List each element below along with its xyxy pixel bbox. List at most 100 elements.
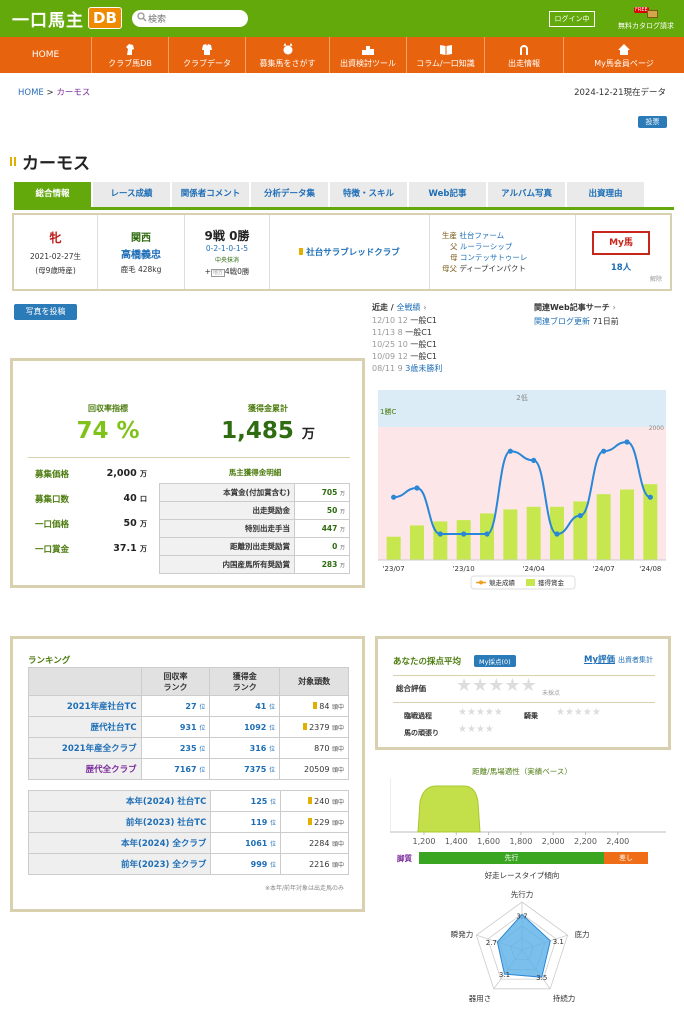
sire-key: 父 xyxy=(450,242,458,251)
ranking-year-category-link[interactable]: 本年(2024) 全クラブ xyxy=(27,832,212,854)
record-detail[interactable]: 0-2-1-0-1-5 xyxy=(206,244,248,253)
axis-label-right: 2000 xyxy=(649,425,664,432)
investor-total-link[interactable]: 出資者集計 xyxy=(618,655,653,665)
nav-column[interactable]: コラム/一口知識 xyxy=(407,37,485,73)
earnings-number: 1,485 xyxy=(221,418,294,444)
ranking-category-link[interactable]: 歴代全クラブ xyxy=(28,758,142,780)
head-count: 20509 頭中 xyxy=(279,758,349,780)
related-articles: 関連Web記事サーチ › 関連ブログ更新 71日前 xyxy=(534,302,674,327)
head-unit: 頭中 xyxy=(331,724,344,732)
tab-reasons[interactable]: 出資理由 xyxy=(567,182,644,207)
ranking-category-link[interactable]: 2021年産社台TC xyxy=(28,695,142,717)
roi-rank: 999 位 xyxy=(210,853,282,875)
breakdown-row: 距離別出走奨励賞 0 万 xyxy=(159,537,350,556)
earnings-bar xyxy=(433,521,448,560)
recent-race-row[interactable]: 08/11 9 3歳未勝利 xyxy=(372,363,522,375)
tab-analysis[interactable]: 分析データ集 xyxy=(251,182,328,207)
catalog-label: 無料カタログ請求 xyxy=(618,22,674,30)
nav-home[interactable]: HOME xyxy=(0,37,92,73)
damsire-key: 母父 xyxy=(442,264,457,273)
all-results-link[interactable]: 全戦績 xyxy=(397,303,421,312)
rank-unit: 位 xyxy=(269,745,276,753)
recent-race-row[interactable]: 12/10 12 一般C1 xyxy=(372,315,522,327)
my-eval-link[interactable]: My評価 xyxy=(584,653,615,665)
trainer-link[interactable]: 高橋義忠 xyxy=(121,246,161,261)
finish-position-point xyxy=(461,531,467,537)
tab-web-articles[interactable]: Web記事 xyxy=(409,182,486,207)
sire-link[interactable]: ルーラーシップ xyxy=(460,242,512,251)
radar-axis-label: 持続力 xyxy=(553,993,576,1003)
breakdown-number: 0 xyxy=(332,542,338,551)
tab-overview[interactable]: 総合情報 xyxy=(14,182,91,207)
col-head-count: 対象頭数 xyxy=(279,667,349,696)
login-button[interactable]: ログイン中 xyxy=(549,11,595,27)
race-date: 10/09 xyxy=(372,352,396,361)
tab-race-results[interactable]: レース成績 xyxy=(93,182,170,207)
site-logo[interactable]: 一口馬主 DB xyxy=(12,6,122,31)
nav-search-horses[interactable]: 募集馬をさがす xyxy=(246,37,330,73)
x-tick-label: '23/10 xyxy=(453,565,475,573)
race-date: 11/13 xyxy=(372,328,396,337)
related-blog-link[interactable]: 関連ブログ更新 xyxy=(534,317,590,326)
race-type-radar: 先行力 3.7 底力 3.1 持続力 3.5 器用さ 3.1 瞬発力 2.7 xyxy=(451,889,590,1003)
score-label-preparation: 臨戦過程 xyxy=(404,712,432,720)
release-link[interactable]: 解除 xyxy=(650,274,662,283)
birth-cell: 牝 2021-02-27生 (母9歳時産) xyxy=(14,215,98,289)
chevron-right-icon: › xyxy=(423,303,427,312)
head-unit: 頭中 xyxy=(331,798,344,806)
house-icon xyxy=(618,44,630,55)
catalog-request-link[interactable]: FREE 無料カタログ請求 xyxy=(618,7,674,33)
preparation-stars[interactable]: ★★★★★ xyxy=(458,707,503,718)
tab-skills[interactable]: 特徴・スキル xyxy=(330,182,407,207)
ranking-panel: ランキング 回収率 ランク 獲得金 ランク 対象頭数 2021年産社台TC 27 位… xyxy=(10,636,365,912)
recent-race-row[interactable]: 10/09 12 一般C1 xyxy=(372,351,522,363)
post-photo-button[interactable]: 写真を投稿 xyxy=(14,304,77,320)
ranking-year-category-link[interactable]: 前年(2023) 全クラブ xyxy=(27,853,212,875)
roi-rank: 1061 位 xyxy=(210,832,282,854)
club-link[interactable]: 社台サラブレッドクラブ xyxy=(299,246,400,258)
nav-investment-tools[interactable]: 出資検討ツール xyxy=(330,37,407,73)
dam-link[interactable]: コンテッサトゥーレ xyxy=(460,253,528,262)
breakdown-value: 447 万 xyxy=(294,519,350,538)
head-unit: 頭中 xyxy=(331,766,344,774)
offering-number: 40 xyxy=(123,493,137,504)
record-sub: 中央抹消 xyxy=(214,257,239,264)
recent-race-row[interactable]: 10/25 10 一般C1 xyxy=(372,339,522,351)
ranking-year-category-link[interactable]: 本年(2024) 社台TC xyxy=(27,790,212,812)
radar-value: 2.7 xyxy=(486,939,497,947)
nav-label: HOME xyxy=(31,50,60,60)
search-input[interactable] xyxy=(132,10,248,27)
effort-stars[interactable]: ★★★★ xyxy=(458,724,494,735)
head-count: 84 頭中 xyxy=(279,695,349,717)
roi-rank: 931 位 xyxy=(140,716,211,738)
site-header: 一口馬主 DB ログイン中 FREE 無料カタログ請求 xyxy=(0,0,684,37)
ranking-category-link[interactable]: 2021年産全クラブ xyxy=(28,737,142,759)
recent-race-row[interactable]: 11/13 8 一般C1 xyxy=(372,327,522,339)
rank-unit: 位 xyxy=(199,703,206,711)
tab-album[interactable]: アルバム写真 xyxy=(488,182,565,207)
nav-club-horse-db[interactable]: クラブ馬DB xyxy=(92,37,169,73)
nav-member-page[interactable]: My馬会員ページ xyxy=(564,37,684,73)
ranking-category-link[interactable]: 歴代社台TC xyxy=(28,716,142,738)
distance-tick: 2,000 xyxy=(542,837,565,846)
overall-stars[interactable]: ★★★★★ xyxy=(456,675,537,696)
tab-comments[interactable]: 関係者コメント xyxy=(172,182,249,207)
riding-stars[interactable]: ★★★★★ xyxy=(556,707,601,718)
horseshoe-icon xyxy=(520,45,528,55)
finish-position-point xyxy=(391,494,397,500)
breakdown-unit: 万 xyxy=(339,563,345,569)
vote-button[interactable]: 投票 xyxy=(638,116,667,128)
breadcrumb-sep: > xyxy=(43,88,57,98)
breeder-link[interactable]: 社台ファーム xyxy=(459,231,504,240)
ranking-year-category-link[interactable]: 前年(2023) 社台TC xyxy=(27,811,212,833)
my-score-badge[interactable]: My採点(0) xyxy=(474,655,516,667)
my-horse-button[interactable]: My馬 xyxy=(592,231,650,255)
nav-race-entries[interactable]: 出走情報 xyxy=(485,37,564,73)
distance-tick: 1,600 xyxy=(477,837,500,846)
head-count-value: 2284 xyxy=(309,838,330,848)
nav-club-data[interactable]: クラブデータ xyxy=(169,37,246,73)
rank-unit: 位 xyxy=(269,724,276,732)
roi-rank: 125 位 xyxy=(210,790,282,812)
related-title-link[interactable]: 関連Web記事サーチ › xyxy=(534,302,674,313)
breadcrumb-home[interactable]: HOME xyxy=(18,88,44,98)
